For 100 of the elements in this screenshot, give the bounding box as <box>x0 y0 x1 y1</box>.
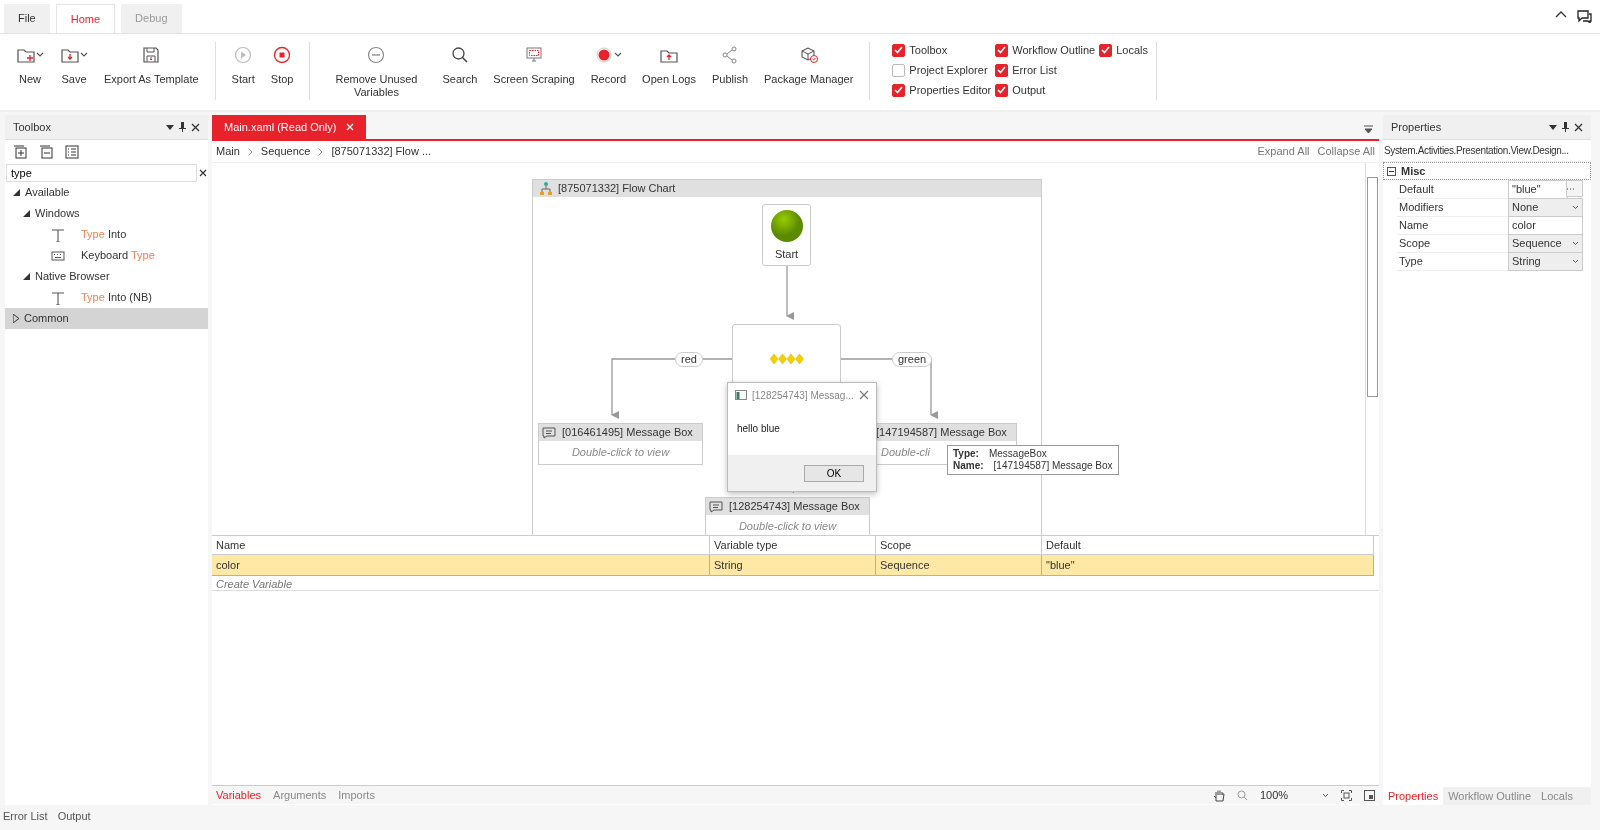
ribbon-button[interactable]: Export As Template <box>96 42 207 86</box>
panel-checkbox[interactable]: Toolbox <box>892 42 992 58</box>
breadcrumb-item[interactable]: [875071332] Flow ... <box>331 143 432 160</box>
pin-icon[interactable] <box>179 122 186 132</box>
input-field[interactable]: "blue" <box>1508 180 1568 199</box>
table-cell[interactable]: "blue" <box>1042 555 1374 576</box>
input-field[interactable]: color <box>1508 216 1583 235</box>
panel-checkbox[interactable]: Properties Editor <box>892 82 992 98</box>
expand-all-link[interactable]: Expand All <box>1257 143 1310 160</box>
bottom-tab[interactable]: Variables <box>216 786 262 804</box>
tree-item[interactable]: Native Browser <box>35 268 110 285</box>
keyboard-icon <box>51 248 65 263</box>
ribbon-button[interactable]: Start <box>223 42 263 86</box>
tab-menu-icon[interactable] <box>1364 125 1373 133</box>
clear-icon[interactable] <box>199 169 207 177</box>
table-cell[interactable]: Sequence <box>876 555 1042 576</box>
breadcrumb-item[interactable]: Sequence <box>260 143 311 160</box>
edge-label: green <box>892 352 933 367</box>
diamonds-icon <box>769 354 804 364</box>
fit-screen-icon[interactable] <box>1341 789 1352 801</box>
status-tab[interactable]: Output <box>57 807 91 825</box>
tree-item[interactable]: Type Into <box>81 226 127 243</box>
collapse-icon[interactable] <box>1387 166 1396 176</box>
menu-tab[interactable]: File <box>4 4 50 33</box>
flowchart-title: [875071332] Flow Chart <box>558 181 676 197</box>
dropdown-field[interactable]: None <box>1508 198 1583 217</box>
collapsed-icon[interactable] <box>13 314 19 323</box>
ribbon-button[interactable]: Remove Unused Variables <box>318 42 435 99</box>
list-icon[interactable] <box>65 145 79 159</box>
expanded-icon[interactable] <box>13 189 20 196</box>
stop-icon <box>272 45 293 65</box>
message-box-node[interactable]: [128254743] Message Box Double-click to view <box>705 497 870 535</box>
tree-item[interactable]: Keyboard Type <box>81 247 155 264</box>
collapse-all-icon[interactable] <box>39 145 53 159</box>
ribbon-button[interactable]: Package Manager <box>756 42 862 86</box>
create-variable-link[interactable]: Create Variable <box>212 576 1379 591</box>
search-icon <box>449 45 470 65</box>
close-icon[interactable] <box>191 122 200 132</box>
breadcrumb-item[interactable]: Main <box>216 143 240 160</box>
ribbon-button[interactable]: Record <box>582 42 635 86</box>
caret-icon <box>1572 258 1579 264</box>
ribbon-button[interactable]: Open Logs <box>634 42 704 86</box>
node-hint: Double-cli <box>881 445 930 461</box>
status-tab[interactable]: Error List <box>3 807 48 825</box>
window-icon <box>735 390 747 400</box>
overview-icon[interactable] <box>1364 789 1375 801</box>
ribbon-button[interactable]: Screen Scraping <box>485 42 583 86</box>
tree-item[interactable]: Available <box>25 184 70 201</box>
search-field[interactable]: type <box>6 164 197 182</box>
panel-checkbox[interactable]: Output <box>995 82 1096 98</box>
hand-icon[interactable] <box>1213 788 1225 802</box>
message-box-node[interactable]: [016461495] Message Box Double-click to view <box>538 423 703 465</box>
table-cell[interactable]: color <box>212 555 710 576</box>
collapse-all-link[interactable]: Collapse All <box>1317 143 1375 160</box>
connector <box>786 265 794 320</box>
document-tab[interactable]: Main.xaml (Read Only) <box>212 115 367 139</box>
dropdown-field[interactable]: String <box>1508 252 1583 271</box>
dropdown-field[interactable]: Sequence <box>1508 234 1583 253</box>
check-icon <box>1101 46 1111 54</box>
dropdown-icon[interactable] <box>166 124 174 130</box>
start-icon <box>769 209 804 243</box>
pin-icon[interactable] <box>1562 122 1569 132</box>
zoom-level[interactable]: 100% <box>1260 786 1310 804</box>
package-icon <box>798 45 819 65</box>
panel-tab[interactable]: Properties <box>1383 787 1444 805</box>
minus-circle-icon <box>366 45 387 65</box>
node-title: [128254743] Message Box <box>729 499 860 515</box>
tree-item[interactable]: Type Into (NB) <box>81 289 152 306</box>
ribbon-button[interactable]: Stop <box>262 42 302 86</box>
caret-icon[interactable] <box>1322 792 1329 798</box>
table-cell[interactable]: String <box>710 555 876 576</box>
scrollbar[interactable] <box>1365 163 1379 535</box>
dropdown-icon[interactable] <box>1549 124 1557 130</box>
monitor-icon <box>523 45 544 65</box>
tree-item[interactable]: Windows <box>35 205 80 222</box>
feedback-icon[interactable] <box>1577 10 1592 23</box>
ribbon-button[interactable]: Search <box>434 42 486 86</box>
play-icon <box>233 45 254 65</box>
message-icon <box>709 500 723 513</box>
close-icon[interactable] <box>1574 122 1583 132</box>
start-node[interactable]: Start <box>762 204 811 266</box>
check-icon <box>894 46 904 54</box>
caret-icon <box>1572 240 1579 246</box>
node-hint: Double-click to view <box>571 445 670 461</box>
ribbon-button[interactable]: Publish <box>703 42 756 86</box>
menu-tab[interactable]: Home <box>55 4 116 33</box>
ok-button[interactable]: OK <box>804 464 864 482</box>
ribbon-button[interactable]: New <box>8 42 52 86</box>
expanded-icon[interactable] <box>23 210 30 217</box>
share-icon <box>719 45 740 65</box>
tree-row[interactable]: Common <box>5 308 208 329</box>
expanded-icon[interactable] <box>23 273 30 280</box>
panel-checkbox[interactable]: Workflow Outline <box>995 42 1096 58</box>
expand-all-icon[interactable] <box>13 145 27 159</box>
panel-checkbox[interactable]: Error List <box>995 62 1096 78</box>
collapse-ribbon-icon[interactable] <box>1555 10 1567 18</box>
panel-checkbox[interactable]: Locals <box>1099 42 1148 58</box>
ribbon-button[interactable]: Save <box>52 42 96 86</box>
message-icon <box>542 426 556 439</box>
panel-checkbox[interactable]: Project Explorer <box>892 62 992 78</box>
